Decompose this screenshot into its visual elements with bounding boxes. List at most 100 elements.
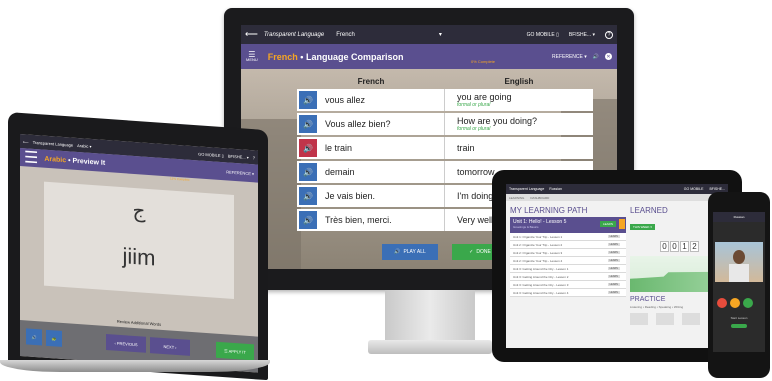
close-icon[interactable]: ✕ <box>605 53 612 60</box>
french-cell: 🔊 vous allez <box>297 89 445 111</box>
start-button[interactable] <box>731 324 747 328</box>
english-phrase: train <box>457 143 475 153</box>
lesson-item[interactable]: Unit 3: Getting Around the City - Lesson… <box>510 273 626 281</box>
lesson-learn-button[interactable]: LEARN <box>607 243 620 246</box>
lesson-learn-button[interactable]: LEARN <box>607 267 620 270</box>
counter-digit: 1 <box>680 241 689 252</box>
french-cell: 🔊 Très bien, merci. <box>297 209 445 231</box>
app-logo: Transparent Language <box>32 139 74 148</box>
french-phrase: Je vais bien. <box>325 191 376 201</box>
reference-dropdown[interactable]: REFERENCE ▾ <box>226 169 254 176</box>
table-row: 🔊 vous allez you are going formal or plural <box>297 89 593 111</box>
flashcard: ج jiim <box>44 181 234 299</box>
progress-text: 13% Complete <box>170 176 190 182</box>
lesson-item[interactable]: Unit 3: Getting Around the City - Lesson… <box>510 265 626 273</box>
tablet: Transparent Language Russian GO MOBILE B… <box>492 170 742 362</box>
language-selector[interactable]: Arabic ▾ <box>77 142 91 148</box>
laptop-base <box>0 360 270 372</box>
lesson-title: Unit 1: Organize Your Trip - Lesson 1 <box>513 234 563 239</box>
activity-dot[interactable] <box>730 298 740 308</box>
slow-audio-button[interactable]: 🐢 <box>46 329 62 347</box>
laptop-screen: ⟵ Transparent Language Arabic ▾ GO MOBIL… <box>20 134 258 373</box>
french-phrase: le train <box>325 143 353 153</box>
lesson-item[interactable]: Unit 2: Organize Your Trip - Lesson 4 LEA… <box>510 257 626 265</box>
previous-button[interactable]: ‹ PREVIOUS <box>106 334 146 353</box>
lesson-learn-button[interactable]: LEARN <box>607 275 620 278</box>
reference-dropdown[interactable]: REFERENCE ▾ <box>552 54 587 60</box>
speaker-icon[interactable]: 🔊 <box>299 139 317 157</box>
tablet-topbar: Transparent Language Russian GO MOBILE B… <box>506 184 728 194</box>
user-menu[interactable]: BFISHE... ▾ <box>569 32 595 38</box>
hamburger-icon[interactable]: ☰ <box>24 147 38 168</box>
lesson-item[interactable]: Unit 2: Organize Your Trip - Lesson 3 LEA… <box>510 249 626 257</box>
english-cell: you are going formal or plural <box>445 89 593 111</box>
go-mobile-link[interactable]: GO MOBILE ▯ <box>198 151 224 158</box>
language-selector[interactable]: French <box>336 32 355 38</box>
speaker-button[interactable]: 🔊 <box>26 328 42 346</box>
french-cell: 🔊 Je vais bien. <box>297 185 445 207</box>
lesson-item[interactable]: Unit 3: Getting Around the City - Lesson… <box>510 281 626 289</box>
back-arrow-icon[interactable]: ⟵ <box>245 29 258 40</box>
play-all-button[interactable]: 🔊 PLAY ALL <box>382 244 438 260</box>
transliteration: jiim <box>122 243 156 271</box>
speaker-icon[interactable]: 🔊 <box>299 211 317 229</box>
help-icon[interactable]: ? <box>253 155 255 160</box>
page-title: Arabic • Preview It <box>44 155 105 166</box>
english-phrase: How are you doing? <box>457 116 538 126</box>
back-arrow-icon[interactable]: ⟵ <box>23 139 29 144</box>
french-cell: 🔊 demain <box>297 161 445 183</box>
lesson-item[interactable]: Unit 3: Getting Around the City - Lesson… <box>510 289 626 297</box>
current-unit[interactable]: Unit 1: Hello! - Lesson 5 Greetings & Ba… <box>510 217 626 233</box>
activity-dot[interactable] <box>717 298 727 308</box>
title-activity: Preview It <box>72 157 106 167</box>
activity-tile[interactable] <box>630 313 648 325</box>
speaker-icon: 🔊 <box>31 334 37 340</box>
tab-learning[interactable]: LEARNING <box>509 196 524 200</box>
column-header-english: English <box>504 76 534 86</box>
speaker-icon[interactable]: 🔊 <box>299 187 317 205</box>
lesson-learn-button[interactable]: LEARN <box>607 283 620 286</box>
lesson-item[interactable]: Unit 2: Organize Your Trip - Lesson 2 LEA… <box>510 241 626 249</box>
period-filter[interactable]: THIS WEEK ▾ <box>630 224 655 230</box>
french-phrase: Vous allez bien? <box>325 119 391 129</box>
lesson-learn-button[interactable]: LEARN <box>607 235 620 238</box>
go-mobile-link[interactable]: GO MOBILE <box>684 187 704 191</box>
activity-tile[interactable] <box>682 313 700 325</box>
speaker-icon[interactable]: 🔊 <box>299 163 317 181</box>
lesson-learn-button[interactable]: LEARN <box>607 291 620 294</box>
go-mobile-link[interactable]: GO MOBILE ▯ <box>527 32 559 38</box>
lesson-item[interactable]: Unit 1: Organize Your Trip - Lesson 1 LEA… <box>510 233 626 241</box>
lesson-learn-button[interactable]: LEARN <box>607 259 620 262</box>
user-menu[interactable]: BFISHE... ▾ <box>228 153 249 159</box>
laptop: ⟵ Transparent Language Arabic ▾ GO MOBIL… <box>0 112 270 381</box>
lesson-learn-button[interactable]: LEARN <box>607 251 620 254</box>
phone-topbar: Russian <box>713 212 765 222</box>
speaker-icon[interactable]: 🔊 <box>299 115 317 133</box>
menu-label: MENU <box>246 57 258 62</box>
counter-digit: 0 <box>670 241 679 252</box>
lesson-title: Unit 2: Organize Your Trip - Lesson 4 <box>513 258 563 263</box>
help-icon[interactable]: ? <box>605 30 613 39</box>
user-menu[interactable]: BFISHE... <box>709 187 725 191</box>
table-row: 🔊 Vous allez bien? How are you doing? forma… <box>297 113 593 135</box>
language-selector[interactable]: Russian <box>549 187 562 191</box>
tab-dashboard[interactable]: DASHBOARD <box>530 196 549 200</box>
speaker-icon[interactable]: 🔊 <box>299 91 317 109</box>
speaker-icon[interactable]: 🔊 <box>593 54 599 60</box>
app-logo: Transparent Language <box>263 31 325 38</box>
usage-note: formal or plural <box>457 126 491 132</box>
smartphone: Russian Start Lesson <box>708 192 770 378</box>
chevron-down-icon[interactable]: ▾ <box>439 31 442 38</box>
apply-it-button[interactable]: ☰ APPLY IT <box>216 341 254 361</box>
menu-button[interactable]: ☰ MENU <box>246 51 258 62</box>
french-cell: 🔊 Vous allez bien? <box>297 113 445 135</box>
title-language: French <box>267 51 298 62</box>
learn-button[interactable]: LEARN <box>599 221 616 227</box>
activity-tile[interactable] <box>656 313 674 325</box>
monitor-topbar: ⟵ Transparent Language French ▾ GO MOBIL… <box>241 25 617 44</box>
english-cell: train <box>445 137 593 159</box>
tablet-screen: Transparent Language Russian GO MOBILE B… <box>506 184 728 348</box>
next-button[interactable]: NEXT › <box>150 337 190 356</box>
activity-dot[interactable] <box>743 298 753 308</box>
table-row: 🔊 le train train <box>297 137 593 159</box>
